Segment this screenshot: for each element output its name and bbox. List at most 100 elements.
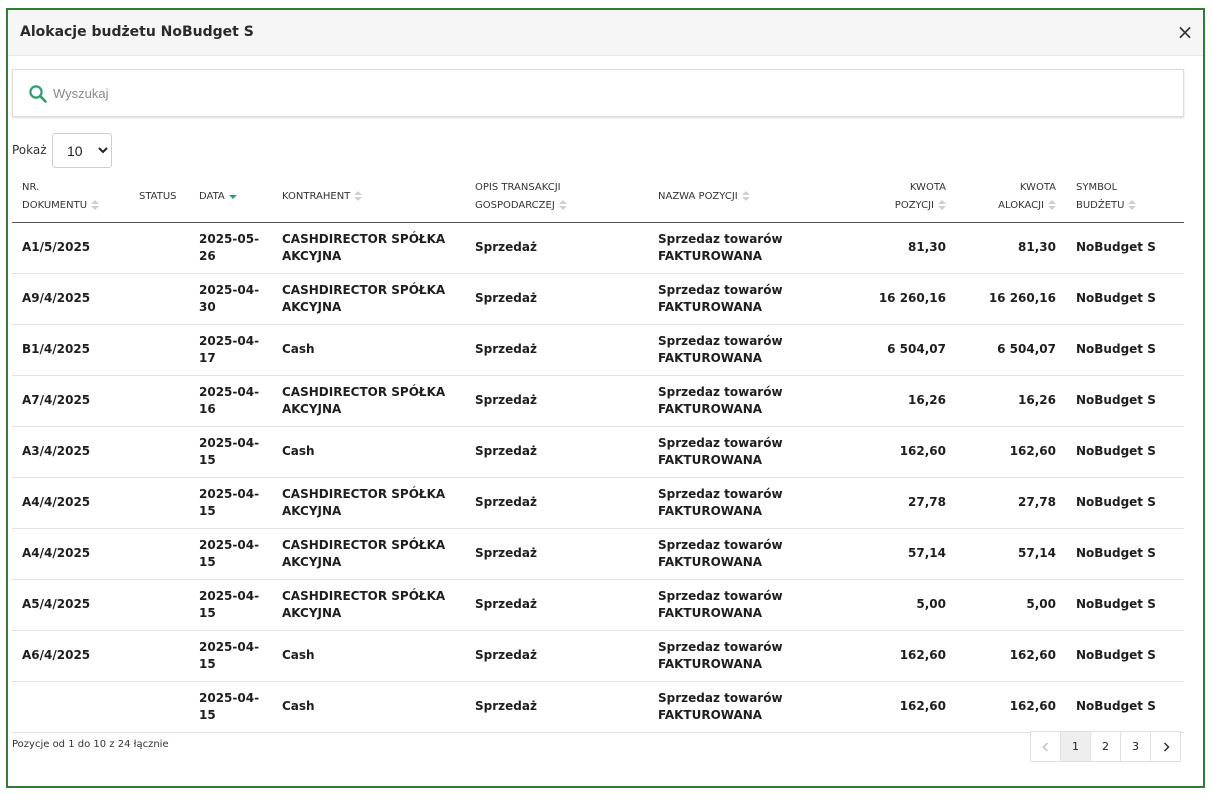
cell-contractor: Cash <box>272 630 465 682</box>
column-header-label: KONTRAHENT <box>282 190 351 202</box>
cell-amount_alloc: 6 504,07 <box>956 324 1066 376</box>
cell-date: 2025-04-30 <box>189 273 272 325</box>
column-header-date[interactable]: DATA <box>189 172 272 223</box>
cell-status <box>129 324 189 376</box>
column-header-label: NR. <box>22 181 40 193</box>
cell-symbol: NoBudget S <box>1066 579 1184 631</box>
column-header-amount_alloc[interactable]: KWOTA ALOKACJI <box>956 172 1066 223</box>
cell-date: 2025-04-16 <box>189 375 272 427</box>
prev-page-button[interactable] <box>1030 731 1061 762</box>
search-input[interactable] <box>53 78 1173 108</box>
cell-amount_alloc: 5,00 <box>956 579 1066 631</box>
sort-icon <box>1048 199 1056 210</box>
cell-item: Sprzedaz towarów FAKTUROWANA <box>648 426 845 478</box>
cell-desc: Sprzedaż <box>465 681 648 733</box>
cell-symbol: NoBudget S <box>1066 324 1184 376</box>
table-body: A1/5/2025 2025-05-26 CASHDIRECTOR SPÓŁKA A… <box>12 222 1184 733</box>
column-header-item[interactable]: NAZWA POZYCJI <box>648 172 845 223</box>
cell-amount_item: 57,14 <box>845 528 956 580</box>
column-header-contractor[interactable]: KONTRAHENT <box>272 172 465 223</box>
close-button[interactable]: × <box>1175 22 1195 44</box>
cell-status <box>129 426 189 478</box>
sort-icon <box>1128 199 1137 210</box>
page-length-label: Pokaż <box>12 143 47 157</box>
column-header-label: BUDŻETU <box>1076 199 1125 211</box>
sort-icon <box>938 199 946 210</box>
sort-icon <box>741 190 750 201</box>
sort-icon <box>558 199 567 210</box>
column-header-amount_item[interactable]: KWOTA POZYCJI <box>845 172 956 223</box>
table-row[interactable]: A6/4/2025 2025-04-15 Cash Sprzedaż Sprzedaz … <box>12 630 1184 682</box>
table-row[interactable]: A5/4/2025 2025-04-15 CASHDIRECTOR SPÓŁKA A… <box>12 579 1184 631</box>
cell-doc: A9/4/2025 <box>12 273 129 325</box>
cell-desc: Sprzedaż <box>465 579 648 631</box>
table-row[interactable]: A4/4/2025 2025-04-15 CASHDIRECTOR SPÓŁKA A… <box>12 477 1184 529</box>
cell-status <box>129 273 189 325</box>
cell-amount_alloc: 57,14 <box>956 528 1066 580</box>
search-box[interactable] <box>12 69 1184 117</box>
column-header-label: ALOKACJI <box>998 199 1044 211</box>
cell-amount_item: 16 260,16 <box>845 273 956 325</box>
column-header-doc[interactable]: NR. DOKUMENTU <box>12 172 129 223</box>
table-row[interactable]: A9/4/2025 2025-04-30 CASHDIRECTOR SPÓŁKA A… <box>12 273 1184 325</box>
next-page-button[interactable] <box>1150 731 1181 762</box>
table-row[interactable]: 2025-04-15 Cash Sprzedaż Sprzedaz towarów F… <box>12 681 1184 733</box>
cell-item: Sprzedaz towarów FAKTUROWANA <box>648 324 845 376</box>
cell-date: 2025-04-15 <box>189 528 272 580</box>
table-row[interactable]: B1/4/2025 2025-04-17 Cash Sprzedaż Sprzedaz … <box>12 324 1184 376</box>
cell-date: 2025-04-15 <box>189 579 272 631</box>
cell-contractor: Cash <box>272 426 465 478</box>
cell-symbol: NoBudget S <box>1066 426 1184 478</box>
cell-item: Sprzedaz towarów FAKTUROWANA <box>648 630 845 682</box>
cell-doc <box>12 681 129 733</box>
cell-doc: A3/4/2025 <box>12 426 129 478</box>
table-row[interactable]: A1/5/2025 2025-05-26 CASHDIRECTOR SPÓŁKA A… <box>12 222 1184 274</box>
column-header-desc[interactable]: OPIS TRANSAKCJI GOSPODARCZEJ <box>465 172 648 223</box>
column-header-symbol[interactable]: SYMBOL BUDŻETU <box>1066 172 1184 223</box>
chevron-left-icon <box>1042 742 1048 752</box>
cell-contractor: CASHDIRECTOR SPÓŁKA AKCYJNA <box>272 375 465 427</box>
cell-contractor: CASHDIRECTOR SPÓŁKA AKCYJNA <box>272 528 465 580</box>
cell-amount_alloc: 27,78 <box>956 477 1066 529</box>
cell-desc: Sprzedaż <box>465 273 648 325</box>
column-header-label: SYMBOL <box>1076 181 1118 193</box>
cell-item: Sprzedaz towarów FAKTUROWANA <box>648 579 845 631</box>
cell-amount_item: 27,78 <box>845 477 956 529</box>
cell-date: 2025-04-15 <box>189 477 272 529</box>
page-button-1[interactable]: 1 <box>1060 731 1091 762</box>
column-header-label: OPIS TRANSAKCJI <box>475 181 561 193</box>
cell-status <box>129 579 189 631</box>
cell-item: Sprzedaz towarów FAKTUROWANA <box>648 477 845 529</box>
cell-status <box>129 375 189 427</box>
cell-amount_item: 6 504,07 <box>845 324 956 376</box>
modal-header: Alokacje budżetu NoBudget S × <box>8 10 1203 56</box>
table-row[interactable]: A4/4/2025 2025-04-15 CASHDIRECTOR SPÓŁKA A… <box>12 528 1184 580</box>
cell-doc: A5/4/2025 <box>12 579 129 631</box>
cell-desc: Sprzedaż <box>465 477 648 529</box>
cell-symbol: NoBudget S <box>1066 630 1184 682</box>
cell-contractor: Cash <box>272 681 465 733</box>
cell-item: Sprzedaz towarów FAKTUROWANA <box>648 273 845 325</box>
page-button-3[interactable]: 3 <box>1120 731 1151 762</box>
column-header-label: GOSPODARCZEJ <box>475 199 555 211</box>
cell-status <box>129 222 189 274</box>
page-length-select[interactable]: 10 <box>52 133 112 168</box>
cell-symbol: NoBudget S <box>1066 528 1184 580</box>
table-row[interactable]: A3/4/2025 2025-04-15 Cash Sprzedaż Sprzedaz … <box>12 426 1184 478</box>
modal-title: Alokacje budżetu NoBudget S <box>20 24 254 40</box>
cell-date: 2025-04-17 <box>189 324 272 376</box>
cell-amount_alloc: 81,30 <box>956 222 1066 274</box>
page-button-2[interactable]: 2 <box>1090 731 1121 762</box>
cell-contractor: CASHDIRECTOR SPÓŁKA AKCYJNA <box>272 273 465 325</box>
cell-doc: A7/4/2025 <box>12 375 129 427</box>
cell-amount_item: 81,30 <box>845 222 956 274</box>
cell-status <box>129 681 189 733</box>
cell-desc: Sprzedaż <box>465 630 648 682</box>
table-row[interactable]: A7/4/2025 2025-04-16 CASHDIRECTOR SPÓŁKA A… <box>12 375 1184 427</box>
sort-icon <box>91 199 100 210</box>
cell-amount_alloc: 162,60 <box>956 681 1066 733</box>
cell-item: Sprzedaz towarów FAKTUROWANA <box>648 222 845 274</box>
cell-desc: Sprzedaż <box>465 528 648 580</box>
cell-amount_alloc: 162,60 <box>956 630 1066 682</box>
cell-doc: A1/5/2025 <box>12 222 129 274</box>
